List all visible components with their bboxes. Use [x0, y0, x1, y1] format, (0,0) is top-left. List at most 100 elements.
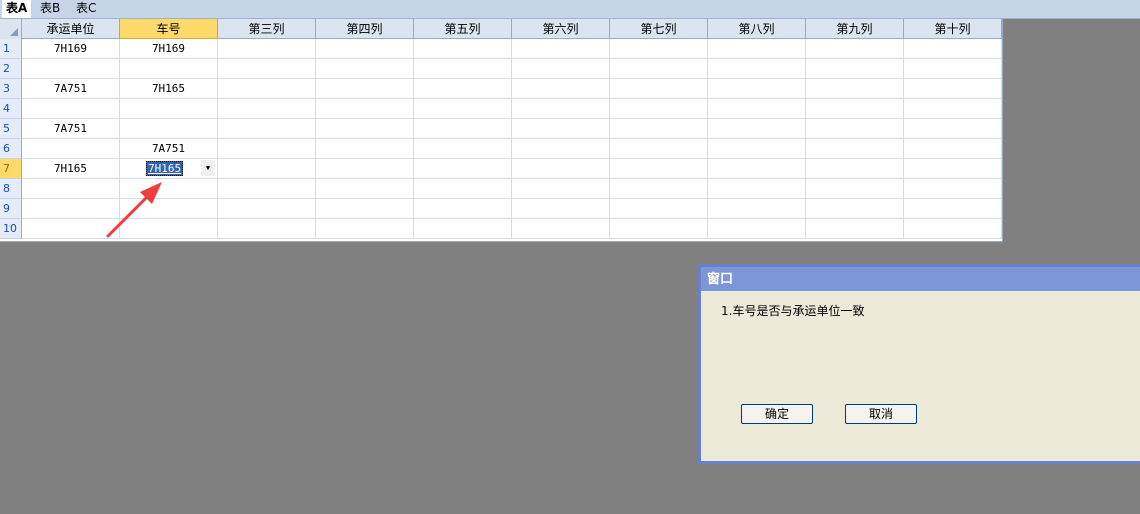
table-cell[interactable] [414, 139, 512, 159]
cell-editor[interactable]: 7H165 ▼ [120, 159, 218, 179]
column-header[interactable]: 第九列 [806, 19, 904, 39]
table-cell[interactable] [512, 99, 610, 119]
table-cell[interactable] [610, 159, 708, 179]
table-cell[interactable] [218, 219, 316, 239]
table-cell[interactable] [512, 39, 610, 59]
select-all-corner[interactable] [0, 19, 22, 40]
row-header[interactable]: 6 [0, 139, 22, 159]
table-cell[interactable] [512, 139, 610, 159]
column-header[interactable]: 车号 [120, 19, 218, 39]
tab-sheet-c[interactable]: 表C [72, 0, 100, 18]
row-header[interactable]: 1 [0, 39, 22, 59]
table-cell[interactable] [22, 139, 120, 159]
table-cell[interactable] [610, 139, 708, 159]
table-cell[interactable] [22, 59, 120, 79]
table-cell[interactable] [708, 199, 806, 219]
column-header[interactable]: 第七列 [610, 19, 708, 39]
table-cell[interactable] [218, 59, 316, 79]
table-cell[interactable] [414, 99, 512, 119]
table-cell[interactable] [120, 119, 218, 139]
column-header[interactable]: 第八列 [708, 19, 806, 39]
row-header[interactable]: 9 [0, 199, 22, 219]
tab-sheet-b[interactable]: 表B [36, 0, 64, 18]
table-cell[interactable] [414, 199, 512, 219]
table-cell[interactable] [316, 119, 414, 139]
table-cell[interactable] [904, 99, 1002, 119]
table-cell[interactable] [708, 39, 806, 59]
dropdown-arrow-icon[interactable]: ▼ [201, 160, 215, 176]
column-header[interactable]: 第六列 [512, 19, 610, 39]
table-cell[interactable] [414, 59, 512, 79]
table-cell[interactable] [708, 179, 806, 199]
table-cell[interactable] [218, 119, 316, 139]
row-header[interactable]: 2 [0, 59, 22, 79]
table-cell[interactable] [904, 119, 1002, 139]
cancel-button[interactable]: 取消 [845, 404, 917, 424]
ok-button[interactable]: 确定 [741, 404, 813, 424]
table-cell[interactable] [708, 99, 806, 119]
cell-editor-value[interactable]: 7H165 [146, 161, 184, 176]
table-cell[interactable] [806, 79, 904, 99]
table-cell[interactable] [316, 219, 414, 239]
table-cell[interactable] [316, 159, 414, 179]
column-header[interactable]: 第四列 [316, 19, 414, 39]
table-cell[interactable]: 7A751 [120, 139, 218, 159]
column-header[interactable]: 第三列 [218, 19, 316, 39]
table-cell[interactable] [806, 99, 904, 119]
row-header[interactable]: 3 [0, 79, 22, 99]
table-cell[interactable] [316, 179, 414, 199]
table-cell[interactable] [218, 79, 316, 99]
table-cell[interactable] [806, 139, 904, 159]
table-cell[interactable] [218, 199, 316, 219]
table-cell[interactable] [316, 139, 414, 159]
table-cell[interactable] [414, 39, 512, 59]
table-cell[interactable] [512, 159, 610, 179]
tab-sheet-a[interactable]: 表A [2, 0, 32, 18]
table-cell[interactable] [610, 199, 708, 219]
table-cell[interactable] [414, 159, 512, 179]
table-cell[interactable] [806, 199, 904, 219]
table-cell[interactable]: 7H169 [120, 39, 218, 59]
table-cell[interactable] [120, 59, 218, 79]
table-cell[interactable] [120, 99, 218, 119]
table-cell[interactable] [610, 39, 708, 59]
column-header[interactable]: 第五列 [414, 19, 512, 39]
table-cell[interactable] [708, 139, 806, 159]
table-cell[interactable] [414, 119, 512, 139]
table-cell[interactable] [610, 99, 708, 119]
table-cell[interactable] [610, 59, 708, 79]
table-cell[interactable] [610, 219, 708, 239]
column-header[interactable]: 第十列 [904, 19, 1002, 39]
table-cell[interactable] [708, 79, 806, 99]
table-cell[interactable]: 7A751 [22, 79, 120, 99]
table-cell[interactable] [708, 59, 806, 79]
column-header[interactable]: 承运单位 [22, 19, 120, 39]
table-cell[interactable] [218, 179, 316, 199]
table-cell[interactable] [708, 119, 806, 139]
table-cell[interactable] [316, 79, 414, 99]
table-cell[interactable] [316, 99, 414, 119]
table-cell[interactable] [610, 79, 708, 99]
table-cell[interactable]: 7H165 [22, 159, 120, 179]
table-cell[interactable] [904, 159, 1002, 179]
table-cell[interactable] [316, 199, 414, 219]
table-cell[interactable] [512, 119, 610, 139]
table-cell[interactable] [218, 39, 316, 59]
table-cell[interactable]: 7A751 [22, 119, 120, 139]
row-header[interactable]: 5 [0, 119, 22, 139]
table-cell[interactable] [512, 79, 610, 99]
row-header[interactable]: 8 [0, 179, 22, 199]
table-cell[interactable] [708, 219, 806, 239]
table-cell[interactable] [904, 139, 1002, 159]
row-header[interactable]: 4 [0, 99, 22, 119]
table-cell[interactable] [806, 119, 904, 139]
row-header[interactable]: 7 [0, 159, 22, 179]
table-cell[interactable] [904, 59, 1002, 79]
table-cell[interactable] [316, 39, 414, 59]
table-cell[interactable] [904, 79, 1002, 99]
table-cell[interactable] [218, 99, 316, 119]
table-cell[interactable] [316, 59, 414, 79]
row-header[interactable]: 10 [0, 219, 22, 239]
table-cell[interactable] [512, 59, 610, 79]
table-cell[interactable] [610, 119, 708, 139]
